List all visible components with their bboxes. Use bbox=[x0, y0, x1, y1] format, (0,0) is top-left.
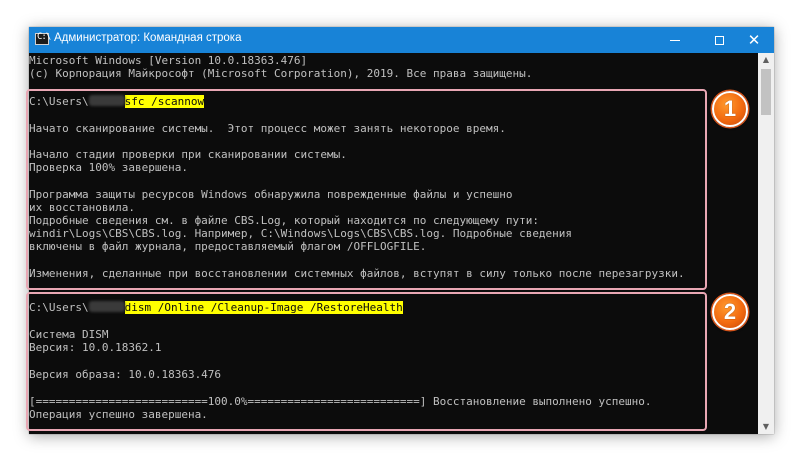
maximize-icon bbox=[714, 35, 724, 45]
title-bar[interactable]: C:\ Администратор: Командная строка ✕ bbox=[29, 27, 774, 53]
close-icon: ✕ bbox=[747, 30, 761, 49]
step-badge-2: 2 bbox=[712, 294, 748, 330]
console-line: Microsoft Windows [Version 10.0.18363.47… bbox=[29, 54, 308, 67]
console-line: Версия: 10.0.18362.1 bbox=[29, 341, 162, 354]
minimize-icon bbox=[670, 39, 680, 41]
console-output[interactable]: Microsoft Windows [Version 10.0.18363.47… bbox=[29, 53, 758, 434]
console-line: Подробные сведения см. в файле CBS.Log, … bbox=[29, 214, 539, 227]
command-dism: dism /Online /Cleanup-Image /RestoreHeal… bbox=[124, 301, 403, 314]
console-line: Программа защиты ресурсов Windows обнару… bbox=[29, 188, 513, 201]
console-line: Операция успешно завершена. bbox=[29, 408, 208, 421]
vertical-scrollbar[interactable]: ▲ ▼ bbox=[758, 53, 774, 434]
scrollbar-thumb[interactable] bbox=[761, 69, 771, 115]
console-line: Изменения, сделанные при восстановлении … bbox=[29, 267, 685, 280]
command-sfc: sfc /scannow bbox=[124, 95, 205, 108]
cmd-icon: C:\ bbox=[35, 32, 51, 45]
console-line: их восстановила. bbox=[29, 201, 135, 214]
console-line: [==========================100.0%=======… bbox=[29, 395, 652, 408]
prompt-text: C:\Users\ bbox=[29, 95, 89, 108]
window-title: Администратор: Командная строка bbox=[54, 32, 242, 44]
console-line: Начало стадии проверки при сканировании … bbox=[29, 148, 347, 161]
console-line: Версия образа: 10.0.18363.476 bbox=[29, 368, 222, 381]
redacted-username bbox=[88, 95, 125, 106]
prompt-text: C:\Users\ bbox=[29, 301, 89, 314]
redacted-username bbox=[88, 301, 125, 312]
console-line: (c) Корпорация Майкрософт (Microsoft Cor… bbox=[29, 67, 533, 80]
console-line: Система DISM bbox=[29, 328, 109, 341]
close-button[interactable]: ✕ bbox=[734, 27, 774, 53]
scroll-down-icon[interactable]: ▼ bbox=[758, 420, 774, 434]
command-line-2: C:\Users\ dism /Online /Cleanup-Image /Re… bbox=[29, 301, 403, 314]
cmd-window: C:\ Администратор: Командная строка ✕ Mi… bbox=[29, 27, 774, 434]
scroll-up-icon[interactable]: ▲ bbox=[758, 53, 774, 67]
console-line: включены в файл журнала, предоставляемый… bbox=[29, 240, 427, 253]
command-line-1: C:\Users\ sfc /scannow bbox=[29, 95, 205, 108]
console-line: Проверка 100% завершена. bbox=[29, 161, 188, 174]
console-line: Начато сканирование системы. Этот процес… bbox=[29, 122, 506, 135]
minimize-button[interactable] bbox=[653, 27, 697, 53]
console-line: windir\Logs\CBS\CBS.log. Например, C:\Wi… bbox=[29, 227, 573, 240]
step-badge-1: 1 bbox=[712, 91, 748, 127]
